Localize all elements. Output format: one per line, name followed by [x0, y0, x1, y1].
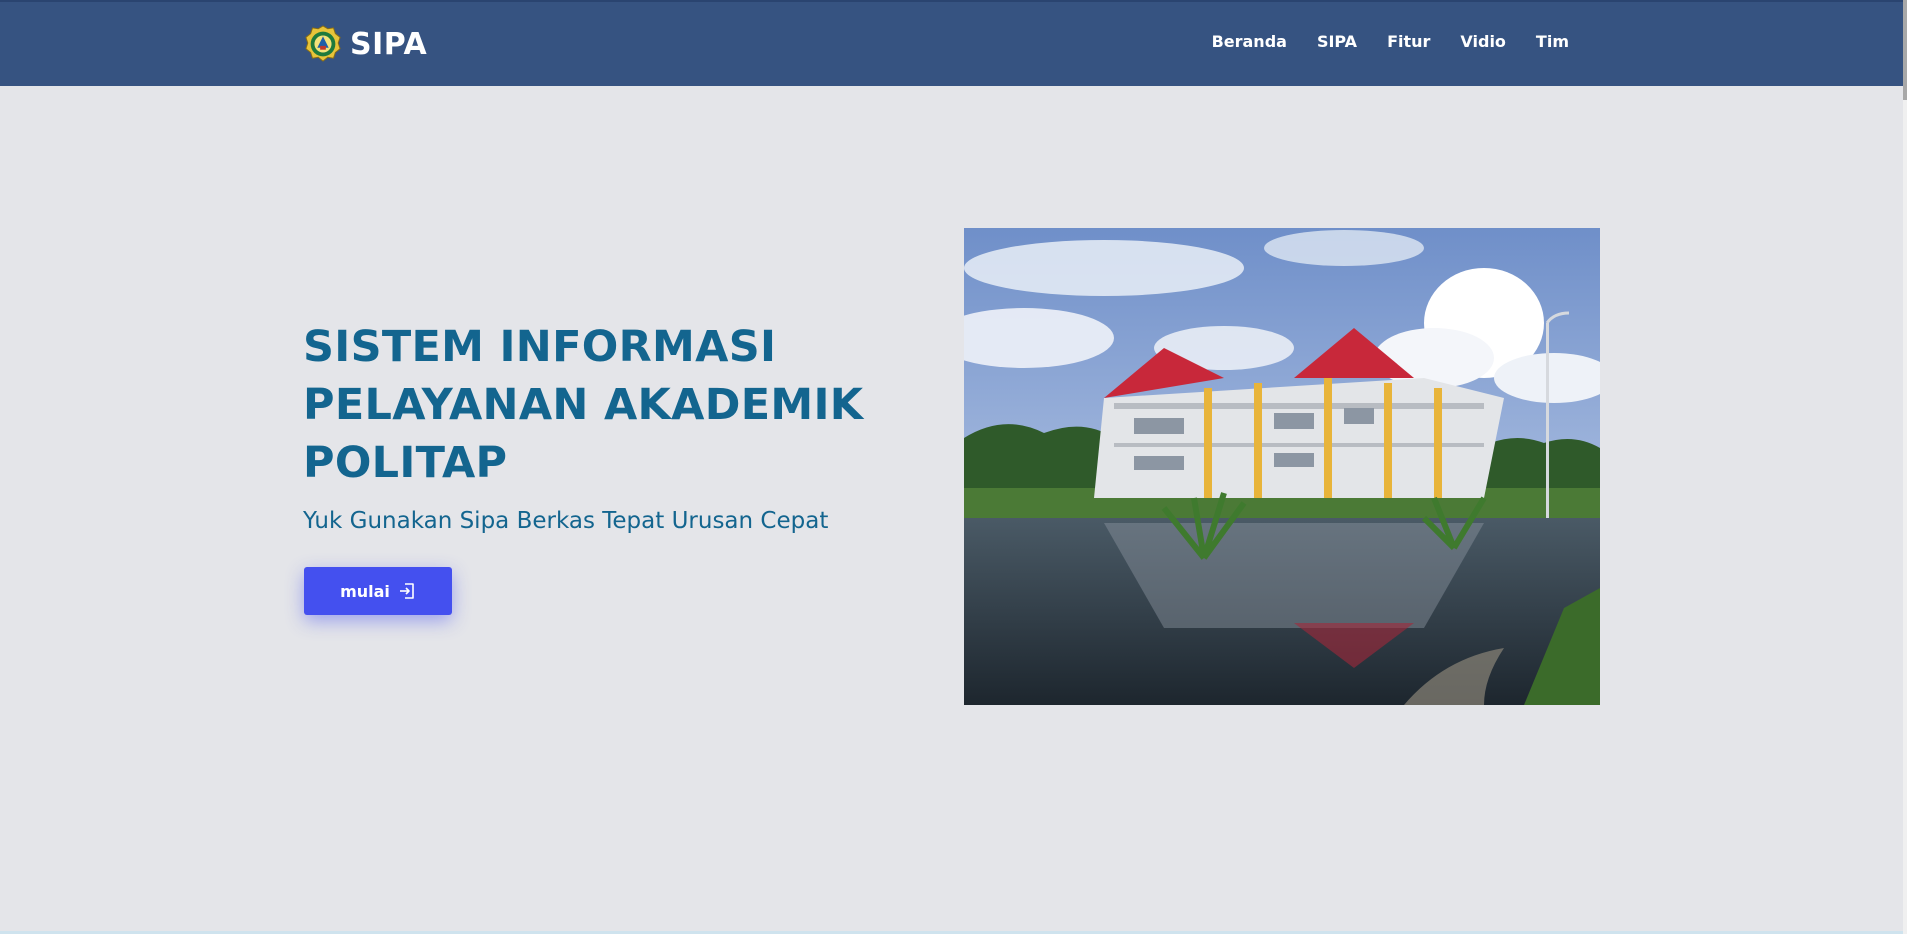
hero-text-block: SISTEM INFORMASI PELAYANAN AKADEMIK POLI…	[303, 318, 903, 534]
nav-link-tim[interactable]: Tim	[1536, 32, 1569, 51]
nav-link-vidio[interactable]: Vidio	[1460, 32, 1506, 51]
mulai-button-label: mulai	[340, 581, 390, 601]
nav-link-fitur[interactable]: Fitur	[1387, 32, 1430, 51]
university-emblem-icon	[305, 25, 341, 62]
page-scrollbar[interactable]	[1903, 0, 1907, 934]
top-navbar: SIPA Beranda SIPA Fitur Vidio Tim	[0, 0, 1903, 86]
nav-link-sipa[interactable]: SIPA	[1317, 32, 1357, 51]
hero-subtitle: Yuk Gunakan Sipa Berkas Tepat Urusan Cep…	[303, 508, 829, 534]
scrollbar-thumb[interactable]	[1903, 0, 1907, 100]
nav-menu: Beranda SIPA Fitur Vidio Tim	[1212, 32, 1569, 51]
brand-name: SIPA	[350, 26, 428, 62]
hero-title: SISTEM INFORMASI PELAYANAN AKADEMIK POLI…	[303, 318, 903, 492]
mulai-button[interactable]: mulai	[304, 567, 452, 615]
hero-title-line: PELAYANAN AKADEMIK	[303, 380, 864, 430]
login-arrow-icon	[399, 583, 414, 599]
hero-title-line: POLITAP	[303, 438, 508, 488]
nav-link-beranda[interactable]: Beranda	[1212, 32, 1287, 51]
hero-title-line: SISTEM INFORMASI	[303, 322, 777, 372]
campus-building-photo	[964, 228, 1600, 705]
brand[interactable]: SIPA	[304, 24, 427, 64]
